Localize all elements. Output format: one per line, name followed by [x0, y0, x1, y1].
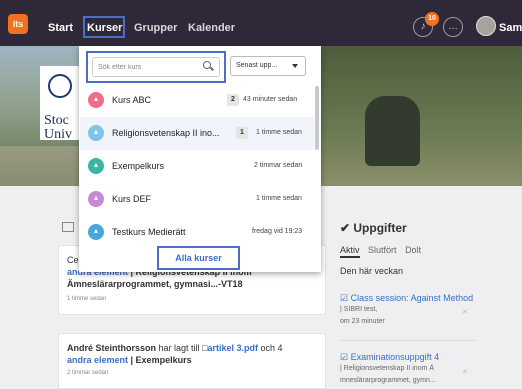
- tasks-title: ✔ Uppgifter: [340, 221, 407, 235]
- tab-aktiv[interactable]: Aktiv: [340, 245, 360, 258]
- feed-link[interactable]: andra element: [67, 355, 128, 365]
- course-time: 2 timmar sedan: [254, 162, 303, 169]
- feed-card[interactable]: André Steinthorsson har lagt till □artik…: [58, 333, 326, 389]
- dismiss-icon[interactable]: ✕: [462, 308, 468, 316]
- nav-grupper[interactable]: Grupper: [134, 22, 177, 34]
- user-avatar[interactable]: [476, 16, 496, 36]
- course-item[interactable]: ▲ Testkurs Medierätt fredag vid 19:23: [80, 216, 314, 249]
- feed-filter-icon[interactable]: [62, 222, 74, 232]
- tab-dolt[interactable]: Dolt: [405, 245, 421, 255]
- nav-kurser[interactable]: Kurser: [87, 22, 122, 34]
- week-heading: Den här veckan: [340, 266, 404, 276]
- nav-kalender[interactable]: Kalender: [188, 22, 235, 34]
- tab-slutfort[interactable]: Slutfört: [368, 245, 397, 255]
- tasks-tabs: Aktiv Slutfört Dolt: [340, 245, 427, 258]
- feed-author: André Steinthorsson: [67, 343, 157, 353]
- course-search-input[interactable]: [92, 57, 220, 77]
- course-count: 1: [236, 127, 248, 139]
- feed-time: 2 timmar sedan: [67, 370, 109, 376]
- feed-file-link[interactable]: artikel 3.pdf: [207, 343, 258, 353]
- course-hat-icon: ▲: [88, 92, 104, 108]
- task-extra: mneslärarprogrammet, gymn...: [340, 377, 436, 384]
- task-icon: ☑: [340, 352, 349, 362]
- task-time: om 23 minuter: [340, 318, 385, 325]
- course-hat-icon: ▲: [88, 158, 104, 174]
- search-icon[interactable]: [203, 61, 211, 69]
- course-item[interactable]: ▲ Religionsvetenskap II ino... 1 1 timme…: [80, 117, 314, 150]
- course-time: 1 timme sedan: [256, 129, 302, 136]
- course-count: 2: [227, 94, 239, 106]
- hero-tree: [320, 46, 522, 186]
- course-name: Kurs DEF: [112, 194, 152, 204]
- feed-time: 1 timme sedan: [67, 296, 107, 302]
- chat-icon[interactable]: …: [443, 17, 463, 37]
- university-name: Stoc Univ: [44, 113, 72, 142]
- course-name: Exempelkurs: [112, 161, 165, 171]
- task-course: | SIBRI test,: [340, 306, 378, 313]
- course-item[interactable]: ▲ Kurs DEF 1 timme sedan: [80, 183, 314, 216]
- course-hat-icon: ▲: [88, 191, 104, 207]
- task-title: Examinationsuppgift 4: [350, 352, 440, 362]
- task-divider: [340, 340, 476, 341]
- course-name: Religionsvetenskap II ino...: [112, 128, 220, 138]
- course-hat-icon: ▲: [88, 125, 104, 141]
- course-time: 43 minuter sedan: [243, 96, 298, 103]
- its-logo[interactable]: its: [8, 14, 28, 34]
- feed-course: Ämneslärarprogrammet, gymnasi...-VT18: [67, 279, 243, 289]
- task-icon: ☑: [340, 293, 349, 303]
- nav-start[interactable]: Start: [48, 22, 73, 34]
- hero-person: [365, 96, 420, 166]
- dropdown-scrollbar[interactable]: [315, 86, 319, 150]
- course-hat-icon: ▲: [88, 224, 104, 240]
- task-title: Class session: Against Method: [350, 293, 474, 303]
- dismiss-icon[interactable]: ✕: [462, 368, 468, 376]
- task-item[interactable]: ☑ Class session: Against Method | SIBRI …: [340, 292, 476, 328]
- course-time: 1 timme sedan: [256, 195, 302, 202]
- chevron-down-icon: [292, 64, 298, 68]
- notification-badge: 10: [425, 12, 439, 26]
- feed-card-line1: Ce: [67, 255, 79, 265]
- course-item[interactable]: ▲ Exempelkurs 2 timmar sedan: [80, 150, 314, 183]
- all-courses-button[interactable]: Alla kurser: [157, 246, 240, 270]
- course-item[interactable]: ▲ Kurs ABC 2 43 minuter sedan: [80, 84, 314, 117]
- course-name: Testkurs Medierätt: [112, 227, 186, 237]
- course-name: Kurs ABC: [112, 95, 152, 105]
- course-time: fredag vid 19:23: [252, 228, 303, 235]
- university-seal-icon: [48, 74, 72, 98]
- user-name[interactable]: Sam: [499, 22, 522, 34]
- top-bar: its Start Kurser Grupper Kalender ♪ 10 ……: [0, 0, 522, 46]
- task-item[interactable]: ☑ Examinationsuppgift 4 | Religionsveten…: [340, 351, 476, 387]
- task-course: | Religionsvetenskap II inom Ä: [340, 365, 435, 372]
